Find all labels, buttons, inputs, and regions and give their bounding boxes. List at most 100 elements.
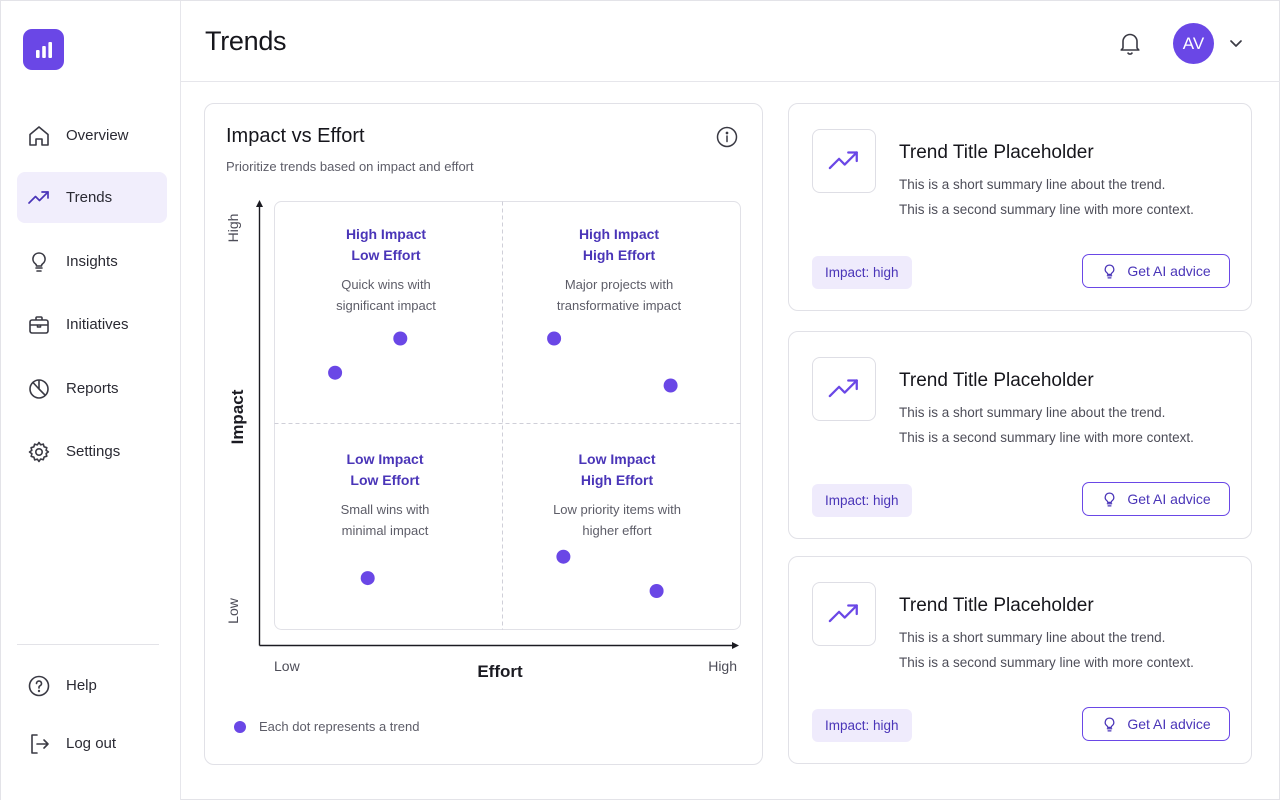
sidebar-item-label: Help (66, 677, 97, 694)
trend-point-1[interactable] (328, 365, 343, 380)
sidebar-item-label: Reports (66, 380, 119, 397)
sidebar-item-help[interactable]: Help (17, 660, 167, 711)
x-tick-high: High (708, 658, 737, 674)
legend-dot (234, 720, 246, 733)
trend-card: Trend Title Placeholder This is a short … (788, 556, 1252, 764)
legend-text: Each dot represents a trend (259, 719, 420, 734)
briefcase-icon (27, 313, 51, 337)
page-title: Trends (205, 26, 287, 56)
x-tick-low: Low (274, 658, 301, 674)
notifications-bell-icon[interactable] (1117, 30, 1143, 56)
quadrant-title-line2: Low Effort (350, 472, 420, 488)
quadrant-top-left: High Impact Low Effort Quick wins with s… (336, 226, 436, 313)
trend-point-2[interactable] (393, 331, 408, 346)
button-label: Get AI advice (1127, 491, 1211, 507)
sidebar-item-insights[interactable]: Insights (17, 236, 167, 287)
impact-badge: Impact: high (812, 484, 912, 517)
sidebar-divider (17, 644, 159, 645)
trend-point-6[interactable] (556, 549, 571, 564)
y-tick-high: High (225, 214, 241, 243)
lightbulb-icon (1104, 716, 1115, 732)
get-ai-advice-button[interactable]: Get AI advice (1082, 707, 1230, 741)
sidebar-item-initiatives[interactable]: Initiatives (17, 299, 167, 350)
quadrant-title-line2: Low Effort (351, 247, 421, 263)
trend-summary-line: This is a second summary line with more … (899, 655, 1194, 670)
quadrant-title-line1: Low Impact (578, 451, 655, 467)
quadrant-bottom-left: Low Impact Low Effort Small wins with mi… (341, 451, 430, 538)
quadrant-desc-line1: Quick wins with (341, 277, 431, 292)
quadrant-bottom-right: Low Impact High Effort Low priority item… (553, 451, 681, 538)
app-window: Overview Trends Insights Initiatives Rep (0, 0, 1280, 800)
trend-up-icon (812, 357, 876, 421)
user-avatar[interactable]: AV (1173, 23, 1214, 64)
sidebar-item-label: Trends (66, 189, 113, 206)
quadrant-desc-line2: minimal impact (342, 523, 429, 538)
trend-card: Trend Title Placeholder This is a short … (788, 331, 1252, 539)
y-axis-arrow (256, 200, 263, 207)
gear-icon (27, 440, 51, 464)
quadrant-desc-line2: higher effort (582, 523, 652, 538)
sidebar-item-overview[interactable]: Overview (17, 110, 167, 161)
lightbulb-icon (1104, 263, 1115, 279)
trend-up-icon (27, 186, 51, 210)
app-logo[interactable] (23, 29, 64, 70)
home-icon (27, 124, 51, 148)
sidebar-item-label: Insights (66, 253, 118, 270)
quadrant-title-line2: High Effort (581, 472, 654, 488)
trend-point-5[interactable] (360, 571, 375, 586)
top-header: Trends AV (181, 1, 1280, 82)
get-ai-advice-button[interactable]: Get AI advice (1082, 482, 1230, 516)
quadrant-frame (274, 201, 741, 630)
trend-title: Trend Title Placeholder (899, 142, 1094, 163)
trend-summary-line: This is a short summary line about the t… (899, 405, 1166, 420)
x-axis-arrow (732, 642, 739, 649)
trend-summary-line: This is a second summary line with more … (899, 430, 1194, 445)
x-axis-label: Effort (477, 662, 523, 681)
sidebar-item-reports[interactable]: Reports (17, 363, 167, 414)
trend-summary-line: This is a short summary line about the t… (899, 177, 1166, 192)
impact-badge: Impact: high (812, 256, 912, 289)
sidebar-item-settings[interactable]: Settings (17, 426, 167, 477)
sidebar-item-logout[interactable]: Log out (17, 718, 167, 769)
y-tick-low: Low (225, 597, 241, 624)
logout-icon (27, 732, 51, 756)
trend-point-3[interactable] (547, 331, 562, 346)
trend-title: Trend Title Placeholder (899, 595, 1094, 616)
impact-badge: Impact: high (812, 709, 912, 742)
quadrant-title-line2: High Effort (583, 247, 656, 263)
lightbulb-icon (1104, 491, 1115, 507)
quadrant-desc-line1: Small wins with (341, 502, 430, 517)
quadrant-title-line1: High Impact (346, 226, 426, 242)
trend-up-icon (812, 582, 876, 646)
avatar-initials: AV (1182, 33, 1205, 53)
sidebar-item-label: Overview (66, 127, 129, 144)
trend-up-icon (812, 129, 876, 193)
impact-effort-card: Impact vs Effort Prioritize trends based… (204, 103, 763, 765)
trend-card: Trend Title Placeholder This is a short … (788, 103, 1252, 311)
quadrant-desc-line1: Major projects with (565, 277, 673, 292)
button-label: Get AI advice (1127, 263, 1211, 279)
quadrant-desc-line1: Low priority items with (553, 502, 681, 517)
quadrant-desc-line2: significant impact (336, 298, 436, 313)
sidebar-item-label: Initiatives (66, 316, 129, 333)
get-ai-advice-button[interactable]: Get AI advice (1082, 254, 1230, 288)
sidebar: Overview Trends Insights Initiatives Rep (1, 1, 181, 800)
button-label: Get AI advice (1127, 716, 1211, 732)
quadrant-title-line1: Low Impact (346, 451, 423, 467)
help-circle-icon (27, 674, 51, 698)
trend-point-4[interactable] (663, 378, 678, 393)
lightbulb-icon (27, 250, 51, 274)
impact-effort-matrix: High Low Impact Low High Effort High Imp… (225, 200, 741, 681)
sidebar-item-trends[interactable]: Trends (17, 172, 167, 223)
quadrant-title-line1: High Impact (579, 226, 659, 242)
trend-point-7[interactable] (649, 584, 664, 598)
y-axis-label: Impact (228, 389, 247, 444)
quadrant-desc-line2: transformative impact (557, 298, 682, 313)
trend-summary-line: This is a second summary line with more … (899, 202, 1194, 217)
pie-chart-icon (27, 377, 51, 401)
trend-summary-line: This is a short summary line about the t… (899, 630, 1166, 645)
sidebar-item-label: Log out (66, 735, 117, 752)
chevron-down-icon[interactable] (1227, 34, 1245, 52)
chart-legend: Each dot represents a trend (234, 719, 419, 734)
trend-title: Trend Title Placeholder (899, 370, 1094, 391)
